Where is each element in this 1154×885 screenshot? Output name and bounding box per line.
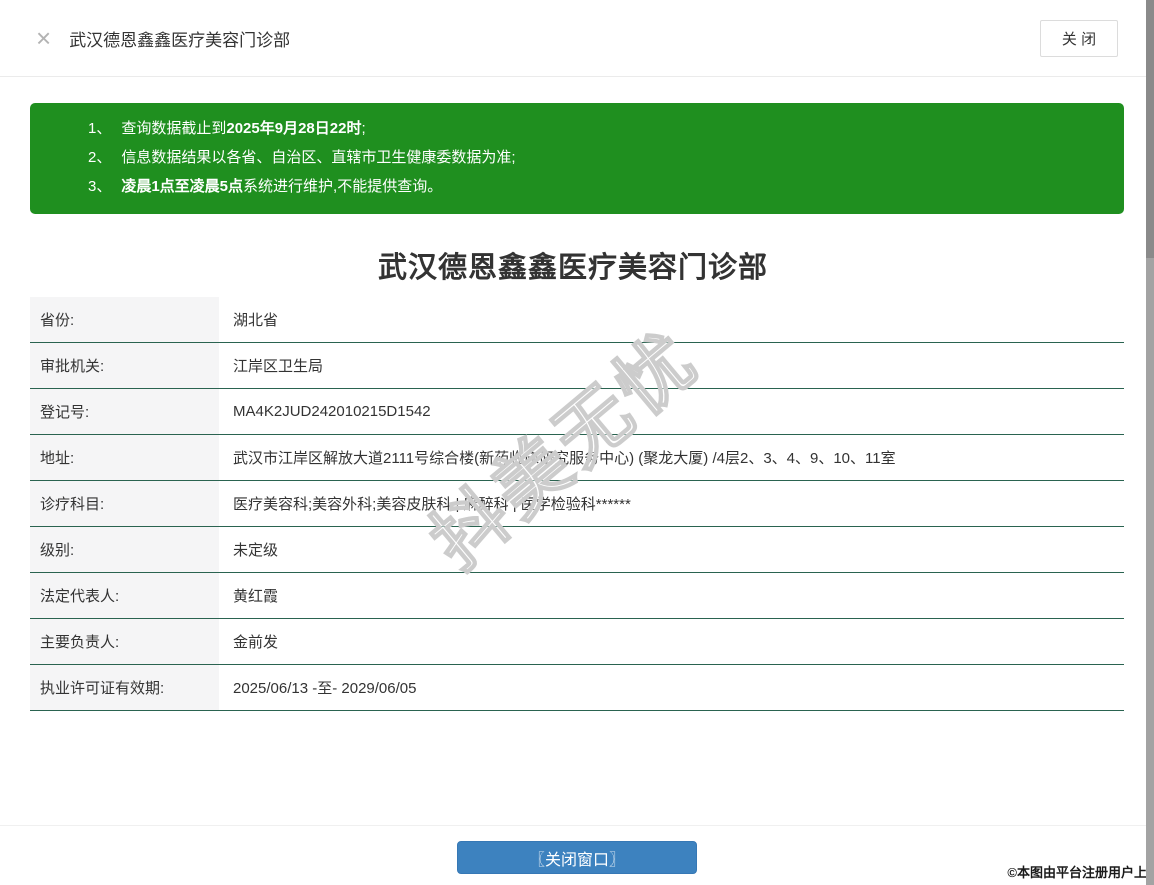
row-label: 地址: — [30, 435, 219, 480]
table-row: 审批机关: 江岸区卫生局 — [30, 343, 1124, 389]
footer-divider — [0, 825, 1146, 826]
row-label: 法定代表人: — [30, 573, 219, 618]
row-value: 2025/06/13 -至- 2029/06/05 — [233, 680, 417, 697]
notice-box: 1、 查询数据截止到2025年9月28日22时; 2、 信息数据结果以各省、自治区、… — [30, 103, 1124, 214]
row-value: 金前发 — [233, 634, 279, 651]
info-table: 省份: 湖北省 审批机关: 江岸区卫生局 登记号: MA4K2JUD242010… — [30, 297, 1124, 711]
close-button[interactable]: 关 闭 — [1040, 20, 1118, 57]
notice-line-bold-text: 2025年9月28日22时 — [226, 120, 362, 137]
facility-title: 武汉德恩鑫鑫医疗美容门诊部 — [377, 252, 768, 284]
table-row: 地址: 武汉市江岸区解放大道2111号综合楼(新药临床研究服务中心) (聚龙大厦… — [30, 435, 1124, 481]
notice-line: 2、 信息数据结果以各省、自治区、直辖市卫生健康委数据为准; — [88, 143, 1104, 172]
notice-line-text-end: 系统进行维护,不能提供查询。 — [243, 178, 443, 195]
notice-line: 3、 凌晨1点至凌晨5点系统进行维护,不能提供查询。 — [88, 172, 1104, 201]
notice-line-text: 查询数据截止到 — [121, 120, 227, 137]
table-row: 执业许可证有效期: 2025/06/13 -至- 2029/06/05 — [30, 665, 1124, 711]
table-row: 省份: 湖北省 — [30, 297, 1124, 343]
table-row: 法定代表人: 黄红霞 — [30, 573, 1124, 619]
table-row: 登记号: MA4K2JUD242010215D1542 — [30, 389, 1124, 435]
scrollbar[interactable] — [1146, 0, 1154, 885]
row-label: 登记号: — [30, 389, 219, 434]
row-label: 主要负责人: — [30, 619, 219, 664]
row-value: 黄红霞 — [233, 588, 279, 605]
notice-line-number: 3、 — [88, 178, 112, 195]
close-icon[interactable]: × — [36, 25, 51, 51]
notice-line-bold-text: 凌晨1点至凌晨5点 — [121, 178, 244, 195]
row-label: 诊疗科目: — [30, 481, 219, 526]
row-value: 未定级 — [233, 542, 279, 559]
table-row: 诊疗科目: 医疗美容科;美容外科;美容皮肤科 | 麻醉科 | 医学检验科****… — [30, 481, 1124, 527]
photo-credit-watermark: ©本图由平台注册用户上传 — [1007, 865, 1154, 880]
table-row: 级别: 未定级 — [30, 527, 1124, 573]
row-value: MA4K2JUD242010215D1542 — [233, 403, 431, 420]
window-header: × 武汉德恩鑫鑫医疗美容门诊部 关 闭 — [0, 0, 1146, 77]
table-row: 主要负责人: 金前发 — [30, 619, 1124, 665]
row-label: 审批机关: — [30, 343, 219, 388]
notice-line-number: 2、 — [88, 149, 112, 166]
row-value: 医疗美容科;美容外科;美容皮肤科 | 麻醉科 | 医学检验科****** — [233, 496, 631, 513]
notice-line-text: 信息数据结果以各省、自治区、直辖市卫生健康委数据为准; — [121, 149, 516, 166]
notice-line-number: 1、 — [88, 120, 112, 137]
row-value: 武汉市江岸区解放大道2111号综合楼(新药临床研究服务中心) (聚龙大厦) /4… — [233, 450, 896, 467]
row-value: 湖北省 — [233, 312, 279, 329]
scrollbar-thumb[interactable] — [1146, 0, 1154, 258]
row-label: 省份: — [30, 297, 219, 342]
notice-line: 1、 查询数据截止到2025年9月28日22时; — [88, 114, 1104, 143]
row-value: 江岸区卫生局 — [233, 358, 324, 375]
row-label: 级别: — [30, 527, 219, 572]
notice-line-text-end: ; — [361, 120, 366, 137]
window-title: 武汉德恩鑫鑫医疗美容门诊部 — [69, 30, 291, 50]
close-window-button[interactable]: 〖关闭窗口〗 — [457, 841, 697, 874]
row-label: 执业许可证有效期: — [30, 665, 219, 710]
